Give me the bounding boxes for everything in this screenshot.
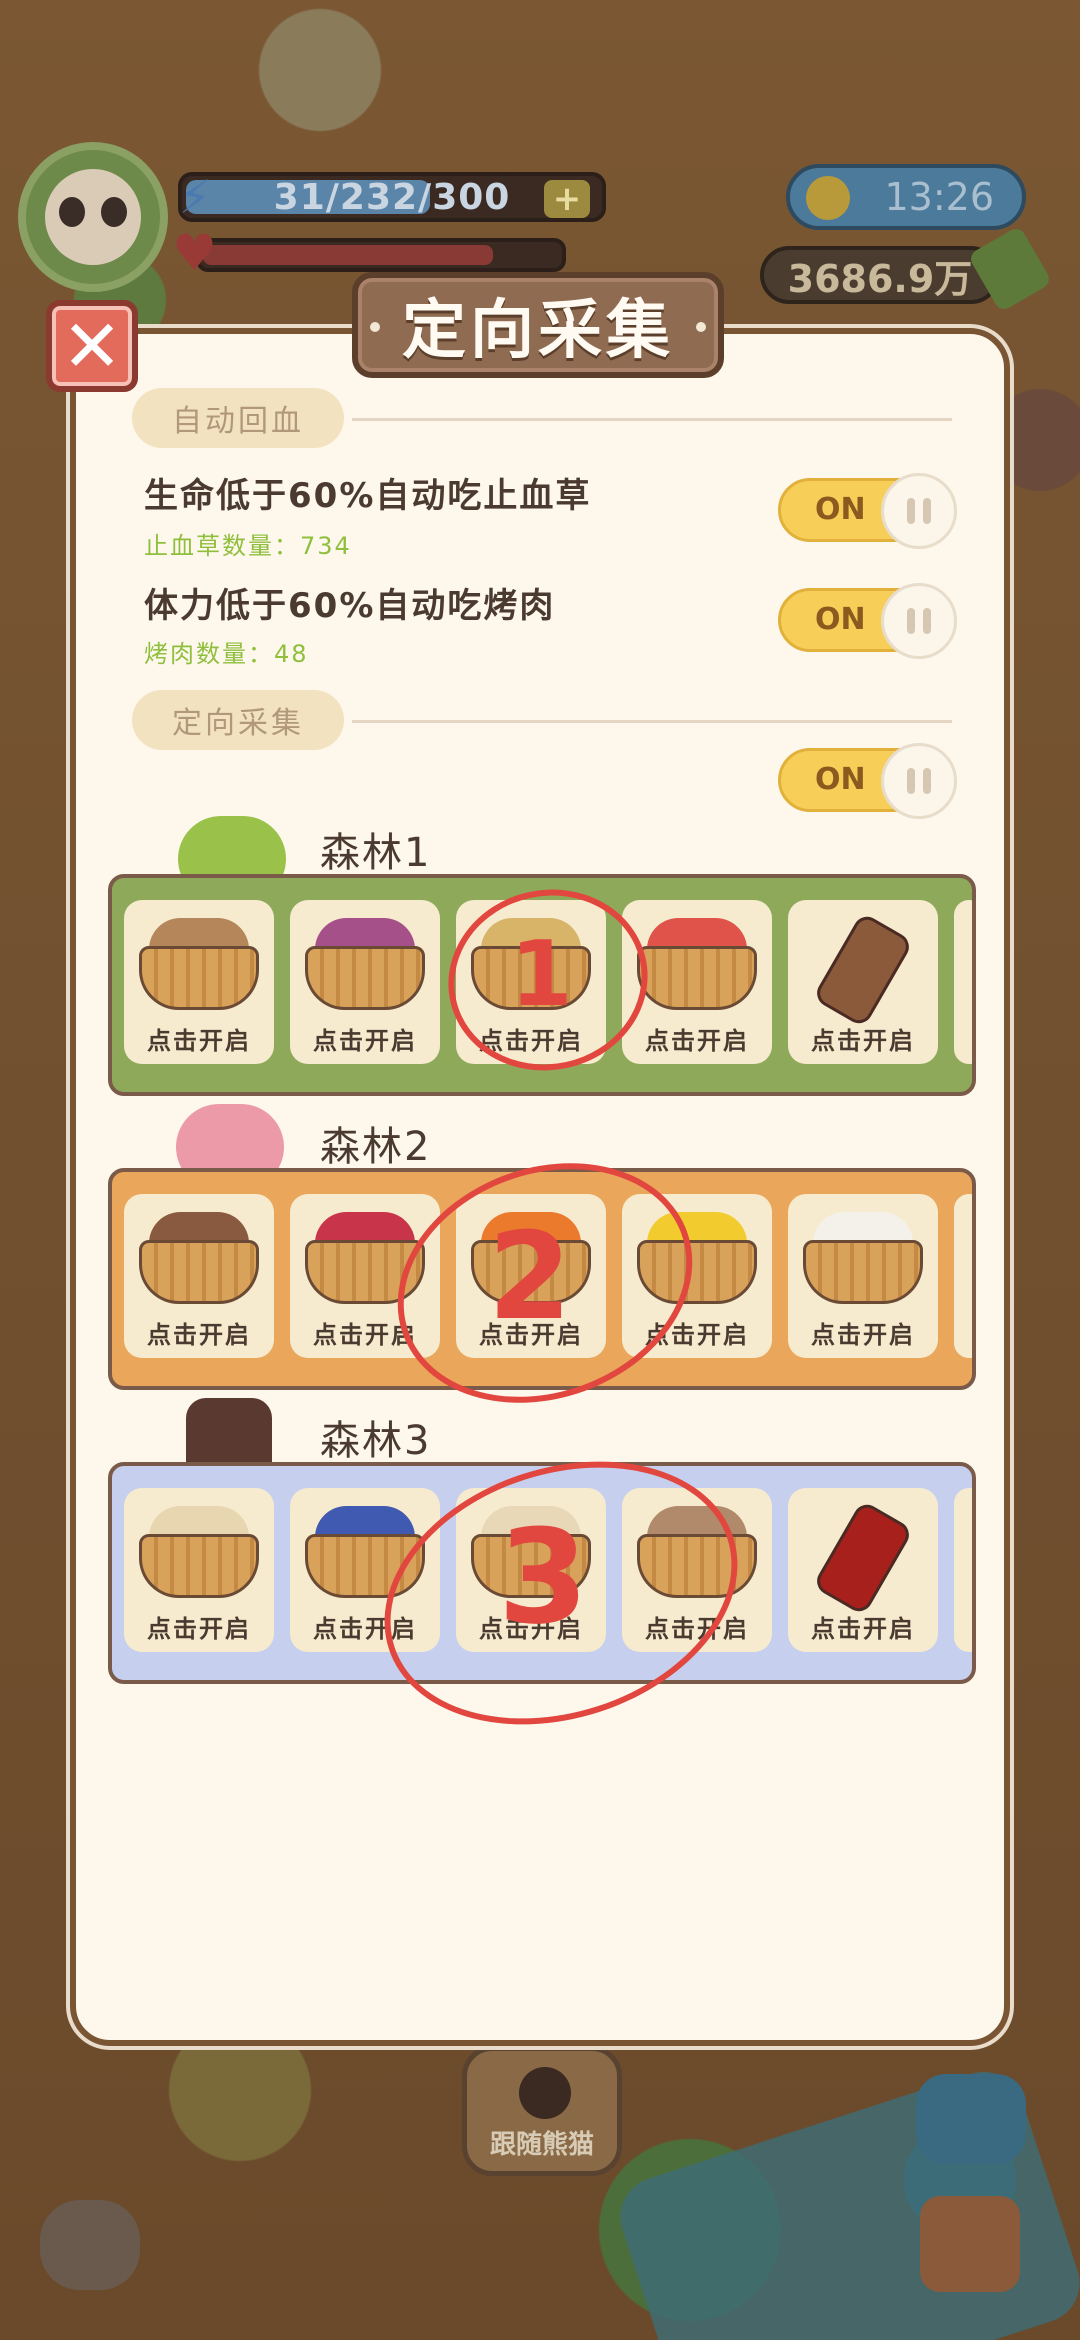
- slot-open-label: 点击开启: [811, 1321, 915, 1349]
- slot-open-label: 点击开启: [147, 1615, 251, 1643]
- directed-gather-section-label: 定向采集: [132, 690, 344, 750]
- auto-heal-hp-toggle[interactable]: ON: [778, 473, 957, 549]
- close-button[interactable]: ✕: [46, 300, 138, 392]
- toggle-knob: [881, 743, 957, 819]
- health-fill: [203, 245, 493, 265]
- slot-open-label: 点击开启: [645, 1027, 749, 1055]
- roast-meat-count: 烤肉数量：48: [144, 640, 309, 668]
- gather-slot-potato-basket[interactable]: 点击开启: [124, 900, 274, 1064]
- forest-3-title: 森林3: [320, 1418, 432, 1464]
- panda-face-icon: [45, 169, 141, 265]
- wood-log-icon: [812, 911, 914, 1029]
- section-divider: [352, 418, 952, 421]
- toggle-label: ON: [815, 762, 866, 797]
- energy-value: 31/232/300: [273, 176, 511, 218]
- currency-value: 3686.9万: [787, 256, 973, 301]
- annotation-number-2: 2: [488, 1208, 572, 1347]
- gather-slot-chestnut-basket[interactable]: 点击开启: [124, 1194, 274, 1358]
- time-display: 13:26: [786, 164, 1026, 230]
- gather-slot-wood-log[interactable]: 点击开启: [788, 900, 938, 1064]
- toggle-label: ON: [815, 492, 866, 527]
- lightning-icon: ⚡: [178, 170, 212, 224]
- slot-open-label: 点击开启: [147, 1027, 251, 1055]
- gather-slot-cotton-basket[interactable]: 点击开启: [788, 1194, 938, 1358]
- auto-heal-stamina-title: 体力低于60%自动吃烤肉: [144, 586, 556, 626]
- gather-slot-purple-flower-basket[interactable]: 点击开启: [290, 900, 440, 1064]
- forest-1-title: 森林1: [320, 830, 432, 876]
- paw-icon: [519, 2067, 571, 2119]
- gather-slot-partial[interactable]: [954, 900, 972, 1064]
- follow-label: 跟随熊猫: [489, 2130, 594, 2160]
- toggle-knob: [881, 473, 957, 549]
- cotton-basket-icon: [803, 1212, 923, 1304]
- potato-basket-icon: [139, 918, 259, 1010]
- auto-heal-stamina-toggle[interactable]: ON: [778, 583, 957, 659]
- bamboo-shoot-basket-icon: [139, 1506, 259, 1598]
- toggle-knob: [881, 583, 957, 659]
- auto-heal-section-label: 自动回血: [132, 388, 344, 448]
- forest-2-title: 森林2: [320, 1124, 432, 1170]
- gather-slot-red-log[interactable]: 点击开启: [788, 1488, 938, 1652]
- annotation-number-1: 1: [510, 922, 573, 1027]
- gather-slot-partial[interactable]: [954, 1194, 972, 1358]
- player-avatar[interactable]: [18, 142, 168, 292]
- slot-open-label: 点击开启: [811, 1615, 915, 1643]
- paw-menu-button[interactable]: [40, 2200, 140, 2290]
- time-value: 13:26: [884, 175, 994, 219]
- purple-flower-basket-icon: [305, 918, 425, 1010]
- sun-icon: [806, 176, 850, 220]
- gather-slot-partial[interactable]: [954, 1488, 972, 1652]
- add-energy-button[interactable]: +: [544, 180, 590, 218]
- red-log-icon: [812, 1499, 914, 1617]
- auto-heal-hp-title: 生命低于60%自动吃止血草: [144, 476, 592, 516]
- whistle-button[interactable]: [916, 2074, 1026, 2164]
- section-divider: [352, 720, 952, 723]
- dialog-title: 定向采集: [402, 294, 674, 368]
- apple-basket-icon: [637, 918, 757, 1010]
- styptic-herb-count: 止血草数量：734: [144, 532, 352, 560]
- follow-panda-button[interactable]: 跟随熊猫: [462, 2046, 622, 2176]
- health-bar: [196, 238, 566, 272]
- dialog-title-plate: 定向采集: [352, 272, 724, 378]
- toggle-label: ON: [815, 602, 866, 637]
- annotation-number-3: 3: [498, 1501, 589, 1653]
- slot-open-label: 点击开启: [313, 1027, 417, 1055]
- heart-icon: ♥: [172, 224, 217, 282]
- currency-display: 3686.9万: [760, 246, 1000, 304]
- gather-slot-bamboo-shoot-basket[interactable]: 点击开启: [124, 1488, 274, 1652]
- home-button[interactable]: [920, 2196, 1020, 2292]
- slot-open-label: 点击开启: [811, 1027, 915, 1055]
- energy-bar: 31/232/300: [178, 172, 606, 222]
- chestnut-basket-icon: [139, 1212, 259, 1304]
- slot-open-label: 点击开启: [147, 1321, 251, 1349]
- directed-gather-toggle[interactable]: ON: [778, 743, 957, 819]
